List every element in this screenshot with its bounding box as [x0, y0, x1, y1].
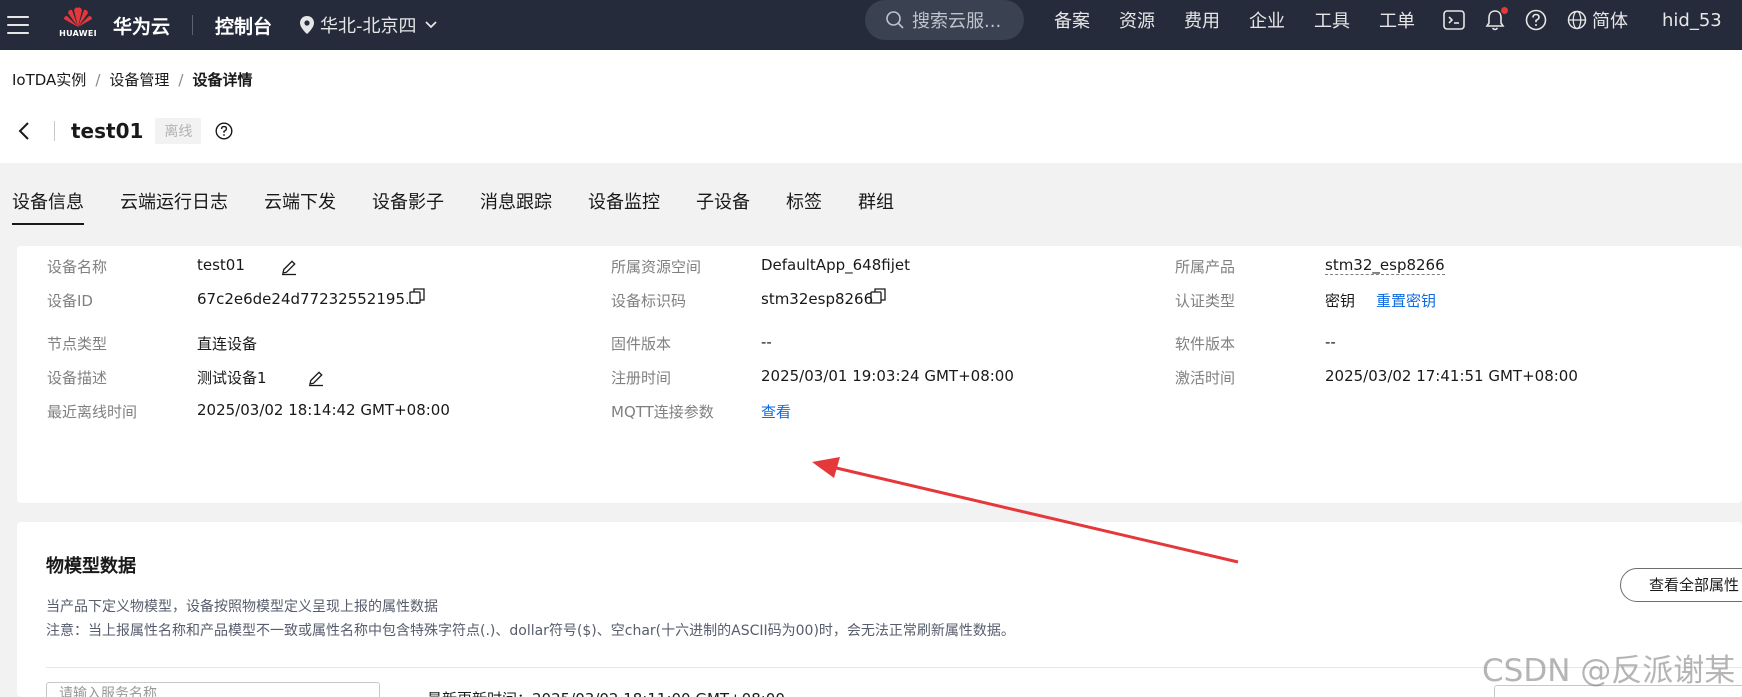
bell-icon[interactable] — [1485, 7, 1508, 31]
view-all-properties-button[interactable]: 查看全部属性 — [1620, 568, 1742, 602]
value-device-desc: 测试设备1 — [197, 369, 267, 387]
tab-cloud-commands[interactable]: 云端下发 — [264, 188, 336, 225]
label-resource-space: 所属资源空间 — [611, 258, 702, 276]
region-selector[interactable]: 华北-北京四 — [300, 12, 437, 38]
latest-update-time: 最新更新时间：2025/03/02 18:11:00 GMT+08:00 — [427, 688, 785, 697]
console-link[interactable]: 控制台 — [215, 12, 272, 39]
language-selector[interactable]: 简体 — [1567, 7, 1628, 33]
value-register-time: 2025/03/01 19:03:24 GMT+08:00 — [761, 367, 1014, 385]
tab-tags[interactable]: 标签 — [786, 188, 822, 225]
csdn-watermark: CSDN @反派谢某 — [1482, 653, 1736, 689]
label-activate-time: 激活时间 — [1175, 369, 1236, 387]
label-last-offline: 最近离线时间 — [47, 403, 138, 421]
label-node-id: 设备标识码 — [611, 292, 687, 310]
menu-icon[interactable] — [7, 16, 29, 34]
tab-device-shadow[interactable]: 设备影子 — [372, 188, 444, 225]
status-badge: 离线 — [155, 118, 202, 144]
tab-message-trace[interactable]: 消息跟踪 — [480, 188, 552, 225]
value-firmware: -- — [761, 333, 772, 351]
title-divider — [54, 121, 55, 141]
value-device-name: test01 — [197, 256, 245, 274]
detail-tabs: 设备信息 云端运行日志 云端下发 设备影子 消息跟踪 设备监控 子设备 标签 群… — [12, 188, 930, 225]
nav-item-tools[interactable]: 工具 — [1314, 7, 1350, 33]
back-arrow-icon[interactable] — [18, 118, 40, 144]
label-product: 所属产品 — [1175, 258, 1236, 276]
brand-name[interactable]: 华为云 — [113, 12, 170, 39]
title-row: test01 离线 — [18, 118, 233, 144]
top-icon-group: 简体 hid_53 — [1443, 0, 1722, 40]
tab-child-devices[interactable]: 子设备 — [696, 188, 750, 225]
huawei-logo[interactable]: HUAWEI — [57, 6, 99, 44]
label-software: 软件版本 — [1175, 335, 1236, 353]
label-firmware: 固件版本 — [611, 335, 672, 353]
tab-groups[interactable]: 群组 — [858, 188, 894, 225]
cloud-shell-icon[interactable] — [1443, 10, 1465, 30]
nav-item-beian[interactable]: 备案 — [1054, 7, 1090, 33]
search-placeholder: 搜索云服... — [912, 11, 1002, 32]
help-circle-icon[interactable] — [1525, 9, 1547, 31]
page-title: test01 — [71, 119, 144, 143]
topbar-divider — [192, 15, 194, 35]
breadcrumb-device-detail: 设备详情 — [192, 71, 253, 89]
service-search-input[interactable]: 请输入服务名称 — [46, 682, 380, 697]
value-software: -- — [1325, 333, 1336, 351]
huawei-flower-icon — [64, 7, 92, 28]
label-device-name: 设备名称 — [47, 258, 108, 276]
top-nav-menu: 备案 资源 费用 企业 工具 工单 — [1054, 0, 1444, 40]
breadcrumb-iotda[interactable]: IoTDA实例 — [12, 69, 86, 90]
label-device-desc: 设备描述 — [47, 369, 108, 387]
device-info-card: 设备名称 test01 设备ID 67c2e6de24d77232552195.… — [17, 246, 1742, 503]
nav-item-billing[interactable]: 费用 — [1184, 7, 1220, 33]
breadcrumb-device-management[interactable]: 设备管理 — [109, 69, 169, 90]
model-description: 当产品下定义物模型，设备按照物模型定义呈现上报的属性数据 — [46, 599, 438, 615]
reset-secret-link[interactable]: 重置密钥 — [1376, 290, 1436, 311]
label-device-id: 设备ID — [47, 292, 93, 310]
page-header: IoTDA实例 / 设备管理 / 设备详情 test01 离线 — [0, 50, 1742, 163]
value-activate-time: 2025/03/02 17:41:51 GMT+08:00 — [1325, 367, 1578, 385]
value-last-offline: 2025/03/02 18:14:42 GMT+08:00 — [197, 401, 450, 419]
value-node-type: 直连设备 — [197, 335, 258, 353]
edit-name-icon[interactable] — [280, 258, 298, 280]
chevron-down-icon — [424, 21, 437, 29]
edit-desc-icon[interactable] — [307, 369, 325, 391]
search-icon — [886, 11, 904, 29]
copy-node-id-icon[interactable] — [869, 287, 887, 309]
globe-icon — [1567, 10, 1587, 30]
nav-item-resources[interactable]: 资源 — [1119, 7, 1155, 33]
help-icon[interactable] — [215, 122, 233, 140]
label-mqtt-params: MQTT连接参数 — [611, 403, 714, 421]
value-product-link[interactable]: stm32_esp8266 — [1325, 256, 1445, 275]
breadcrumb: IoTDA实例 / 设备管理 / 设备详情 — [12, 69, 252, 90]
label-auth-type: 认证类型 — [1175, 292, 1236, 310]
breadcrumb-separator: / — [95, 70, 101, 89]
view-mqtt-link[interactable]: 查看 — [761, 401, 791, 422]
user-account[interactable]: hid_53 — [1662, 10, 1722, 31]
model-note: 注意：当上报属性名称和产品模型不一致或属性名称中包含特殊字符点(.)、dolla… — [46, 623, 1015, 639]
notification-dot — [1501, 7, 1508, 14]
tab-cloud-logs[interactable]: 云端运行日志 — [120, 188, 228, 225]
top-navigation-bar: HUAWEI 华为云 控制台 华北-北京四 搜索云服... 备案 资源 费用 企… — [0, 0, 1742, 50]
value-node-id: stm32esp8266 — [761, 290, 874, 308]
language-label: 简体 — [1592, 11, 1628, 32]
search-input[interactable]: 搜索云服... — [865, 0, 1024, 40]
logo-text: HUAWEI — [59, 29, 97, 38]
nav-item-enterprise[interactable]: 企业 — [1249, 7, 1285, 33]
region-label: 华北-北京四 — [320, 16, 417, 37]
location-pin-icon — [300, 16, 315, 34]
breadcrumb-separator: / — [178, 70, 184, 89]
value-resource-space: DefaultApp_648fijet — [761, 256, 910, 274]
nav-item-tickets[interactable]: 工单 — [1379, 7, 1415, 33]
value-device-id: 67c2e6de24d77232552195... — [197, 290, 420, 308]
value-auth-type: 密钥 — [1325, 292, 1356, 310]
tab-device-monitor[interactable]: 设备监控 — [588, 188, 660, 225]
copy-id-icon[interactable] — [408, 287, 426, 309]
tab-device-info[interactable]: 设备信息 — [12, 188, 84, 225]
label-node-type: 节点类型 — [47, 335, 108, 353]
model-section-title: 物模型数据 — [46, 556, 136, 577]
label-register-time: 注册时间 — [611, 369, 672, 387]
